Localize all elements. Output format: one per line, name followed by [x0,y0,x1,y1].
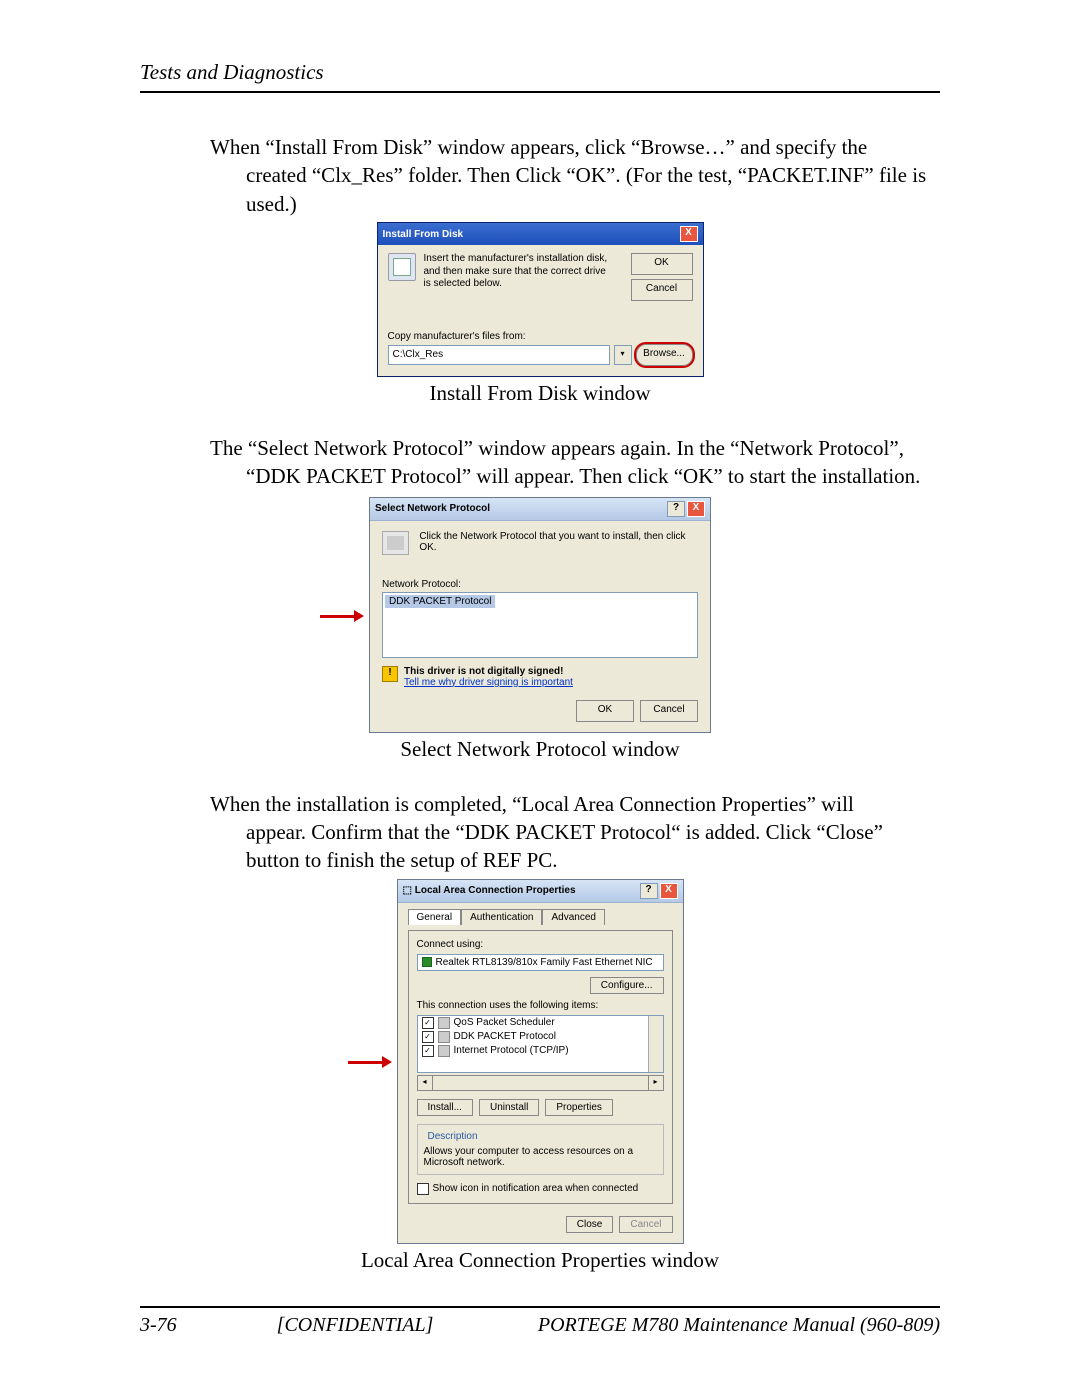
page-number: 3-76 [140,1314,177,1337]
nic-icon [422,957,432,967]
path-input[interactable]: C:\Clx_Res [388,345,610,365]
help-icon[interactable]: ? [667,501,685,517]
description-box: Description Allows your computer to acce… [417,1124,664,1175]
item-label: Internet Protocol (TCP/IP) [454,1045,569,1056]
protocol-icon [382,531,409,555]
tab-general[interactable]: General [408,909,462,925]
text: When the installation is completed, “Loc… [210,792,854,816]
show-icon-checkbox[interactable] [417,1183,429,1195]
disk-icon [388,253,416,281]
items-listbox[interactable]: ✓ QoS Packet Scheduler ✓ DDK PACKET Prot… [417,1015,664,1073]
dialog-title: ⬚ Local Area Connection Properties [403,885,576,896]
tab-advanced[interactable]: Advanced [542,909,604,925]
install-from-disk-dialog: Install From Disk X Insert the manufactu… [377,222,704,377]
list-item[interactable]: DDK PACKET Protocol [385,595,495,608]
page-header: Tests and Diagnostics [140,60,940,93]
uninstall-button[interactable]: Uninstall [479,1099,539,1116]
checkbox-icon[interactable]: ✓ [422,1031,434,1043]
ok-button[interactable]: OK [576,700,634,722]
description-title: Description [426,1131,480,1142]
install-button[interactable]: Install... [417,1099,473,1116]
description-text: Allows your computer to access resources… [424,1146,657,1168]
scroll-right-icon[interactable]: ▸ [648,1075,664,1091]
dropdown-icon[interactable]: ▾ [614,345,632,365]
item-icon [438,1045,450,1057]
text: When “Install From Disk” window appears,… [210,135,867,159]
nic-field: Realtek RTL8139/810x Family Fast Etherne… [417,954,664,971]
copy-files-label: Copy manufacturer's files from: [388,331,693,342]
warning-icon: ! [382,666,398,682]
paragraph-ifd: When “Install From Disk” window appears,… [210,133,940,218]
show-icon-label: Show icon in notification area when conn… [433,1183,639,1194]
horizontal-scrollbar[interactable]: ◂ ▸ [417,1075,664,1091]
dialog-title: Install From Disk [383,229,464,240]
item-label: DDK PACKET Protocol [454,1031,556,1042]
caption-ifd: Install From Disk window [140,381,940,406]
help-icon[interactable]: ? [640,883,658,899]
local-area-connection-dialog: ⬚ Local Area Connection Properties ? X G… [397,879,684,1244]
text: created “Clx_Res” folder. Then Click “OK… [210,161,940,218]
protocol-listbox[interactable]: DDK PACKET Protocol [382,592,698,658]
nic-name: Realtek RTL8139/810x Family Fast Etherne… [436,957,653,968]
page-footer: 3-76 [CONFIDENTIAL] PORTEGE M780 Mainten… [140,1306,940,1337]
paragraph-snp: The “Select Network Protocol” window app… [210,434,940,491]
dialog-message: Click the Network Protocol that you want… [419,531,698,553]
item-icon [438,1031,450,1043]
list-item[interactable]: ✓ Internet Protocol (TCP/IP) [418,1044,648,1058]
list-item[interactable]: ✓ QoS Packet Scheduler [418,1016,648,1030]
confidential-label: [CONFIDENTIAL] [177,1314,538,1337]
item-label: QoS Packet Scheduler [454,1017,555,1028]
close-button[interactable]: Close [566,1216,614,1233]
tab-authentication[interactable]: Authentication [461,909,542,925]
close-icon[interactable]: X [687,501,705,517]
close-icon[interactable]: X [680,226,698,242]
scroll-left-icon[interactable]: ◂ [417,1075,433,1091]
item-icon [438,1017,450,1029]
warning-text: This driver is not digitally signed! [404,666,563,677]
properties-button[interactable]: Properties [545,1099,613,1116]
caption-snp: Select Network Protocol window [140,737,940,762]
text: appear. Confirm that the “DDK PACKET Pro… [210,818,940,875]
cancel-button[interactable]: Cancel [640,700,698,722]
signing-link[interactable]: Tell me why driver signing is important [404,677,573,688]
list-label: Network Protocol: [382,579,698,590]
checkbox-icon[interactable]: ✓ [422,1017,434,1029]
items-label: This connection uses the following items… [417,1000,664,1011]
cancel-button: Cancel [619,1216,672,1233]
manual-title: PORTEGE M780 Maintenance Manual (960-809… [538,1314,940,1337]
configure-button[interactable]: Configure... [590,977,664,994]
close-icon[interactable]: X [660,883,678,899]
list-item[interactable]: ✓ DDK PACKET Protocol [418,1030,648,1044]
browse-button[interactable]: Browse... [636,344,693,366]
checkbox-icon[interactable]: ✓ [422,1045,434,1057]
dialog-title: Select Network Protocol [375,503,490,514]
scrollbar[interactable] [648,1016,663,1072]
scroll-track[interactable] [433,1075,648,1091]
ok-button[interactable]: OK [631,253,693,275]
dialog-message: Insert the manufacturer's installation d… [424,253,615,291]
paragraph-lacp: When the installation is completed, “Loc… [210,790,940,875]
caption-lacp: Local Area Connection Properties window [140,1248,940,1273]
connect-using-label: Connect using: [417,939,664,950]
text: The “Select Network Protocol” window app… [210,436,904,460]
cancel-button[interactable]: Cancel [631,279,693,301]
text: “DDK PACKET Protocol” will appear. Then … [210,462,940,490]
select-network-protocol-dialog: Select Network Protocol ? X Click the Ne… [369,497,711,733]
